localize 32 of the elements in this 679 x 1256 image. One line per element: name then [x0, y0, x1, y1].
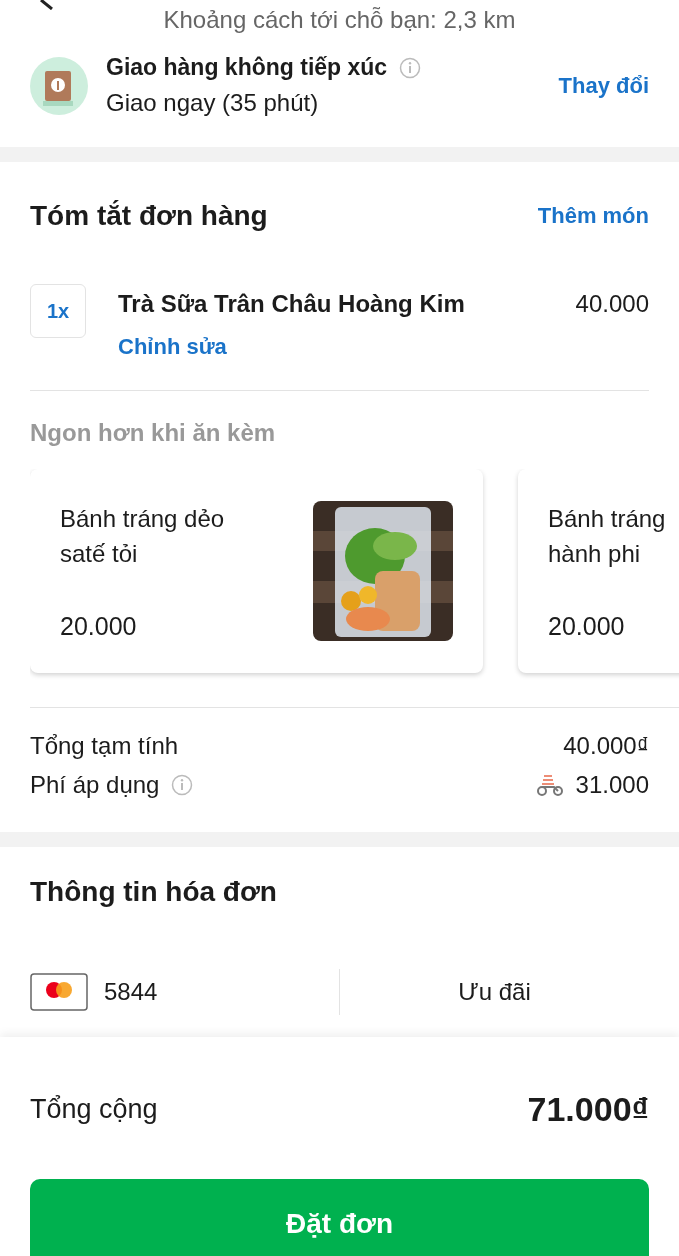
edit-link[interactable]: Chỉnh sửa [118, 334, 544, 360]
add-items-link[interactable]: Thêm món [537, 203, 649, 229]
total-value: 40.000₫ [563, 731, 649, 760]
total-value: 31.000 [575, 770, 649, 799]
item-name: Trà Sữa Trân Châu Hoàng Kim [118, 290, 466, 318]
info-icon [171, 773, 194, 796]
quantity-badge: 1x [30, 284, 86, 338]
total-amount: 71.000₫ [527, 1089, 649, 1129]
promo-link[interactable]: Ưu đãi [340, 978, 649, 1006]
section-title: Tóm tắt đơn hàng [30, 200, 268, 232]
delivery-title: Giao hàng không tiếp xúc [106, 54, 388, 81]
total-label: Tổng tạm tính [30, 731, 179, 760]
distance-text: Khoảng cách tới chỗ bạn: 2,3 km [162, 6, 517, 35]
change-link[interactable]: Thay đổi [558, 72, 649, 99]
item-price: 40.000 [575, 289, 649, 319]
info-icon [399, 56, 422, 79]
delivery-bag-icon [30, 56, 88, 115]
suggestion-price: 20.000 [548, 612, 626, 641]
total-label: Phí áp dụng [30, 770, 160, 799]
motorbike-icon [535, 773, 564, 796]
suggestion-name: Bánh tráng dẻo satế tỏi [60, 504, 226, 569]
place-order-button[interactable]: Đặt đơn [30, 1179, 649, 1256]
suggestion-price: 20.000 [60, 612, 138, 641]
total-label: Tổng cộng [30, 1093, 158, 1125]
section-title: Thông tin hóa đơn [30, 876, 277, 908]
card-number: 5844 [104, 978, 158, 1006]
suggestion-card[interactable]: Bánh tráng hành phi 20.000 [518, 469, 679, 673]
delivery-time: Giao ngay (35 phút) [106, 89, 320, 117]
suggestions-title: Ngon hơn khi ăn kèm [30, 418, 277, 448]
mastercard-logo [30, 973, 88, 1011]
suggestion-card[interactable]: Bánh tráng dẻo satế tỏi 20.000 [30, 469, 483, 673]
suggestion-name: Bánh tráng hành phi [548, 504, 667, 569]
